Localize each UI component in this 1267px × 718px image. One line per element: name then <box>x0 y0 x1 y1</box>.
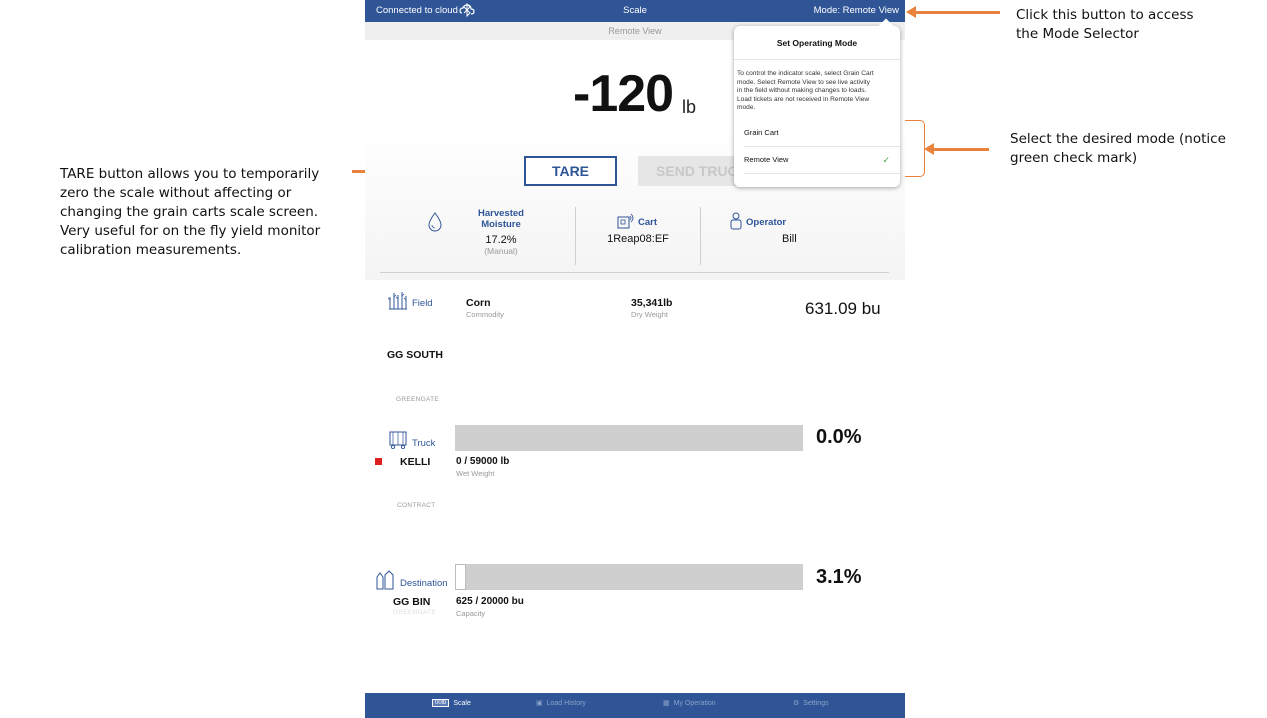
tablet-screen: Connected to cloud Scale Mode: Remote Vi… <box>365 0 905 718</box>
truck-label: Truck <box>412 438 436 449</box>
nav-scale[interactable]: 00lb Scale <box>432 699 471 707</box>
mode-selector-button[interactable]: Mode: Remote View <box>814 5 899 16</box>
annotation-line: Very useful for on the fly yield monitor <box>60 223 321 239</box>
weight-unit: lb <box>682 97 697 117</box>
destination-capacity-caption: Capacity <box>456 609 486 618</box>
annotation-line: Select the desired mode (notice <box>1010 131 1226 147</box>
section-divider <box>380 272 889 273</box>
cart-info: Cart 1Reap08:EF <box>601 208 675 266</box>
option-divider <box>744 173 900 174</box>
moisture-label: Harvested <box>478 208 524 219</box>
options-bracket <box>905 120 925 177</box>
arrow-to-mode-button <box>915 11 1000 14</box>
scale-badge-icon: 00lb <box>432 699 450 707</box>
grain-bin-icon <box>376 570 394 590</box>
arrow-to-options <box>934 148 989 151</box>
popover-description-line: Load tickets are not received in Remote … <box>737 95 870 103</box>
nav-my-operation[interactable]: ▦ My Operation <box>663 699 716 708</box>
popover-title: Set Operating Mode <box>776 38 858 48</box>
arrow-head-icon <box>906 6 916 18</box>
annotation-tare: TARE button allows you to temporarily ze… <box>60 165 320 260</box>
option-label: Grain Cart <box>744 128 779 137</box>
truck-percent: 0.0% <box>816 426 862 448</box>
top-bar: Connected to cloud Scale Mode: Remote Vi… <box>365 0 905 22</box>
annotation-mode-selector: Click this button to access the Mode Sel… <box>1016 6 1194 44</box>
moisture-label: Moisture <box>481 219 521 230</box>
popover-description: To control the indicator scale, select G… <box>737 70 899 113</box>
bottom-navigation: 00lb Scale ▣ Load History ▦ My Operation… <box>365 693 905 718</box>
annotation-line: changing the grain carts scale screen. <box>60 204 319 220</box>
moisture-source: (Manual) <box>484 246 518 256</box>
popover-description-line: To control the indicator scale, select G… <box>737 70 874 77</box>
operator-label: Operator <box>746 217 787 228</box>
annotation-line: zero the scale without affecting or <box>60 185 292 201</box>
nav-label: My Operation <box>673 699 716 707</box>
option-label: Remote View <box>744 155 789 164</box>
dry-weight-value: 35,341lb <box>631 297 673 309</box>
field-label: Field <box>412 298 433 309</box>
nav-settings[interactable]: ⚙ Settings <box>793 699 829 708</box>
destination-name: GG BIN <box>393 596 431 608</box>
annotation-line: TARE button allows you to temporarily <box>60 166 320 182</box>
gear-icon: ⚙ <box>793 700 800 707</box>
popover-divider <box>734 59 900 60</box>
mode-option-grain-cart[interactable]: Grain Cart <box>734 120 900 146</box>
truck-weight-caption: Wet Weight <box>456 469 495 478</box>
field-name: GG SOUTH <box>387 349 444 361</box>
operator-info: Operator Bill <box>725 208 855 266</box>
dry-weight-caption: Dry Weight <box>631 310 668 319</box>
operator-value: Bill <box>782 233 797 245</box>
info-divider <box>575 207 576 265</box>
truck-weight: 0 / 59000 lb <box>456 456 510 467</box>
info-divider <box>700 207 701 265</box>
annotation-line: green check mark) <box>1010 150 1138 166</box>
truck-contract: CONTRACT <box>397 502 436 509</box>
destination-progress-bar <box>455 564 803 590</box>
truck-status-indicator <box>375 458 382 465</box>
moisture-info: Harvested Moisture 17.2% (Manual) <box>461 208 541 266</box>
commodity-caption: Commodity <box>466 310 504 319</box>
destination-progress-fill <box>455 564 466 590</box>
mode-option-remote-view[interactable]: Remote View ✓ <box>734 147 900 173</box>
nav-load-history[interactable]: ▣ Load History <box>536 699 586 708</box>
operation-nav-icon: ▦ <box>663 700 670 707</box>
checkmark-icon: ✓ <box>882 155 890 165</box>
tare-button[interactable]: TARE <box>524 156 617 186</box>
bushels-value: 631.09 bu <box>805 299 881 318</box>
popover-description-line: mode. Select Remote View to see live act… <box>737 78 870 86</box>
destination-farm: GREENGATE <box>393 609 437 616</box>
nav-label: Load History <box>546 699 586 707</box>
annotation-line: the Mode Selector <box>1016 26 1139 42</box>
popover-description-line: in the field without making changes to l… <box>737 87 867 94</box>
scale-weight: -120 <box>573 65 674 123</box>
moisture-value: 17.2% <box>485 234 517 246</box>
destination-capacity: 625 / 20000 bu <box>456 596 524 607</box>
truck-nav-icon: ▣ <box>536 700 543 707</box>
destination-label: Destination <box>400 578 448 589</box>
nav-label: Scale <box>453 699 471 707</box>
water-drop-icon <box>428 212 442 232</box>
commodity-value: Corn <box>466 297 491 309</box>
truck-icon <box>389 431 407 450</box>
annotation-mode-notice: Select the desired mode (notice green ch… <box>1010 130 1226 168</box>
cart-label: Cart <box>638 217 658 228</box>
truck-name: KELLI <box>400 456 431 468</box>
annotation-line: calibration measurements. <box>60 242 242 258</box>
field-farm: GREENGATE <box>396 396 440 403</box>
arrow-head-icon <box>924 143 934 155</box>
annotation-line: Click this button to access <box>1016 7 1194 23</box>
field-icon <box>388 292 407 310</box>
truck-progress-bar <box>455 425 803 451</box>
operating-mode-popover: Set Operating Mode To control the indica… <box>734 18 900 187</box>
destination-percent: 3.1% <box>816 566 862 588</box>
popover-description-line: mode. <box>737 104 756 111</box>
nav-label: Settings <box>803 699 829 707</box>
cart-value: 1Reap08:EF <box>607 233 669 245</box>
